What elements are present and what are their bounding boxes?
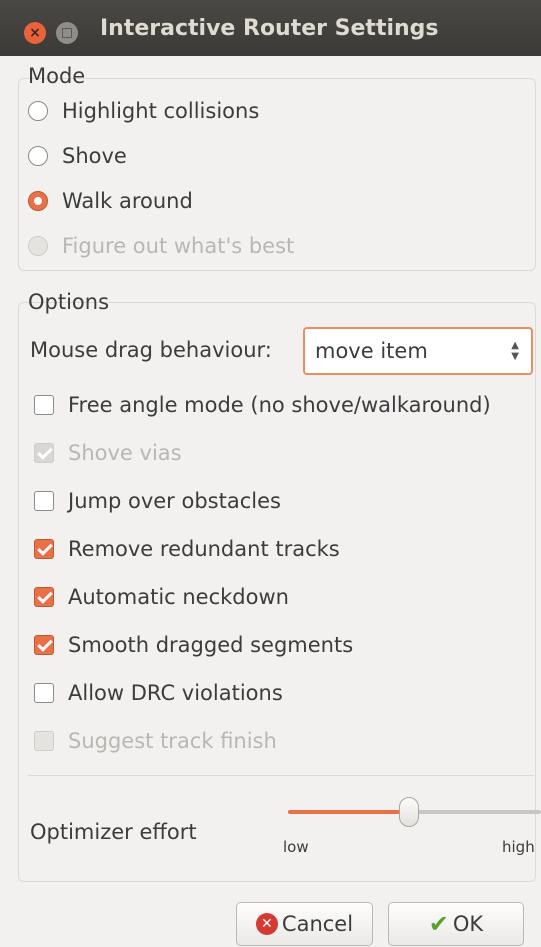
updown-arrows-icon: ▲ ▼ bbox=[511, 340, 519, 362]
checkmark-icon: ✔ bbox=[428, 910, 449, 938]
slider-fill bbox=[288, 810, 409, 814]
radio-unchecked-icon bbox=[28, 101, 48, 121]
window-title: Interactive Router Settings bbox=[100, 16, 439, 41]
cancel-icon: ✕ bbox=[255, 913, 278, 935]
title-bar: × Interactive Router Settings bbox=[0, 0, 541, 56]
radio-label: Shove bbox=[62, 144, 127, 168]
optimizer-effort-label: Optimizer effort bbox=[30, 820, 197, 844]
minimize-window-icon[interactable] bbox=[56, 22, 78, 44]
radio-unchecked-icon bbox=[28, 146, 48, 166]
radio-checked-icon bbox=[28, 191, 48, 211]
checkbox-unchecked-icon bbox=[34, 395, 54, 415]
checkbox-label: Allow DRC violations bbox=[68, 681, 283, 705]
checkbox-label: Suggest track finish bbox=[68, 729, 277, 753]
checkbox-checked-icon bbox=[34, 539, 54, 559]
options-group-label: Options bbox=[28, 290, 110, 314]
ok-button-label: OK bbox=[452, 912, 484, 936]
cancel-button-label: Cancel bbox=[281, 912, 354, 936]
checkbox-label: Shove vias bbox=[68, 441, 182, 465]
checkbox-disabled-icon bbox=[34, 731, 54, 751]
mode-walk-around-radio[interactable]: Walk around bbox=[28, 189, 193, 213]
allow-drc-violations-checkbox[interactable]: Allow DRC violations bbox=[34, 681, 283, 705]
suggest-track-finish-checkbox: Suggest track finish bbox=[34, 729, 277, 753]
free-angle-mode-checkbox[interactable]: Free angle mode (no shove/walkaround) bbox=[34, 393, 491, 417]
remove-redundant-tracks-checkbox[interactable]: Remove redundant tracks bbox=[34, 537, 340, 561]
mode-figure-out-best-radio: Figure out what's best bbox=[28, 234, 294, 258]
close-window-icon[interactable]: × bbox=[24, 22, 46, 44]
automatic-neckdown-checkbox[interactable]: Automatic neckdown bbox=[34, 585, 289, 609]
checkbox-label: Free angle mode (no shove/walkaround) bbox=[68, 393, 491, 417]
separator bbox=[28, 775, 534, 776]
checkbox-label: Jump over obstacles bbox=[68, 489, 281, 513]
slider-handle[interactable] bbox=[399, 797, 419, 827]
mode-highlight-collisions-radio[interactable]: Highlight collisions bbox=[28, 99, 259, 123]
mouse-drag-value: move item bbox=[315, 339, 428, 363]
radio-label: Figure out what's best bbox=[62, 234, 295, 258]
checkbox-checked-icon bbox=[34, 587, 54, 607]
checkbox-checked-icon bbox=[34, 635, 54, 655]
slider-high-label: high bbox=[502, 838, 535, 856]
cancel-button[interactable]: ✕ Cancel bbox=[236, 902, 373, 946]
jump-over-obstacles-checkbox[interactable]: Jump over obstacles bbox=[34, 489, 281, 513]
radio-label: Walk around bbox=[62, 189, 193, 213]
shove-vias-checkbox: Shove vias bbox=[34, 441, 182, 465]
smooth-dragged-segments-checkbox[interactable]: Smooth dragged segments bbox=[34, 633, 353, 657]
checkbox-label: Automatic neckdown bbox=[68, 585, 289, 609]
mode-shove-radio[interactable]: Shove bbox=[28, 144, 127, 168]
radio-label: Highlight collisions bbox=[62, 99, 260, 123]
checkbox-label: Remove redundant tracks bbox=[68, 537, 340, 561]
mode-group-label: Mode bbox=[28, 64, 86, 88]
checkbox-label: Smooth dragged segments bbox=[68, 633, 354, 657]
ok-button[interactable]: ✔ OK bbox=[388, 902, 524, 946]
mouse-drag-select[interactable]: move item ▲ ▼ bbox=[303, 327, 533, 375]
slider-low-label: low bbox=[283, 838, 309, 856]
radio-disabled-icon bbox=[28, 236, 48, 256]
checkbox-unchecked-icon bbox=[34, 683, 54, 703]
checkbox-disabled-checked-icon bbox=[34, 443, 54, 463]
checkbox-unchecked-icon bbox=[34, 491, 54, 511]
mouse-drag-label: Mouse drag behaviour: bbox=[30, 338, 272, 362]
